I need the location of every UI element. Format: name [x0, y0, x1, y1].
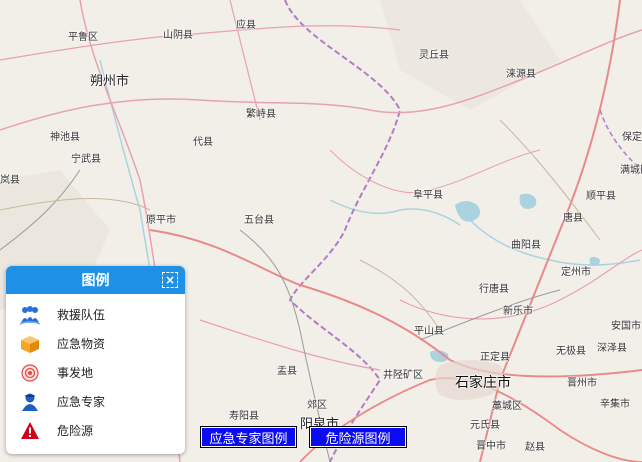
place-label: 原平市 — [146, 215, 176, 226]
place-label: 灵丘县 — [419, 50, 449, 61]
place-label: 藁城区 — [492, 401, 522, 412]
legend-item-incident-site: 事发地 — [6, 358, 185, 387]
incident-site-icon — [19, 362, 41, 384]
place-label: 朔州市 — [90, 74, 130, 89]
place-label: 新乐市 — [503, 306, 533, 317]
place-label: 顺平县 — [586, 191, 616, 202]
legend-panel: 图例 × 救援队伍 应急物资 事发地 应急专家 危险源 — [6, 266, 185, 454]
close-icon[interactable]: × — [162, 272, 178, 288]
place-label: 宁武县 — [71, 154, 101, 165]
place-label: 晋州市 — [567, 378, 597, 389]
place-label: 定州市 — [561, 267, 591, 278]
place-label: 晋中市 — [476, 441, 506, 452]
place-label: 郊区 — [307, 400, 327, 411]
place-label: 五台县 — [244, 215, 274, 226]
legend-list: 救援队伍 应急物资 事发地 应急专家 危险源 — [6, 294, 185, 445]
place-label: 阜平县 — [413, 190, 443, 201]
place-label: 辛集市 — [600, 399, 630, 410]
place-label: 行唐县 — [479, 284, 509, 295]
emergency-supplies-icon — [19, 333, 41, 355]
place-label: 赵县 — [525, 442, 545, 453]
place-label: 平鲁区 — [68, 32, 98, 43]
place-label: 深泽县 — [597, 343, 627, 354]
place-label: 唐县 — [563, 213, 583, 224]
legend-item-emergency-supplies: 应急物资 — [6, 329, 185, 358]
place-label: 繁峙县 — [246, 109, 276, 120]
legend-header: 图例 × — [6, 266, 185, 294]
hazard-legend-button[interactable]: 危险源图例 — [309, 426, 407, 448]
place-label: 曲阳县 — [511, 240, 541, 251]
place-label: 山阴县 — [163, 30, 193, 41]
emergency-expert-icon — [19, 391, 41, 413]
legend-item-label: 救援队伍 — [57, 308, 106, 322]
hazard-source-icon — [19, 420, 41, 442]
place-label: 应县 — [236, 20, 256, 31]
place-label: 安国市 — [611, 321, 641, 332]
legend-item-emergency-expert: 应急专家 — [6, 387, 185, 416]
place-label: 无极县 — [556, 346, 586, 357]
legend-item-hazard-source: 危险源 — [6, 416, 185, 445]
legend-item-label: 事发地 — [57, 366, 94, 380]
place-label: 正定县 — [480, 352, 510, 363]
place-label: 盂县 — [277, 366, 297, 377]
expert-legend-button[interactable]: 应急专家图例 — [200, 426, 297, 448]
place-label: 平山县 — [414, 326, 444, 337]
place-label: 代县 — [193, 137, 213, 148]
legend-title: 图例 — [81, 273, 110, 289]
place-label: 岚县 — [0, 175, 20, 186]
legend-item-label: 应急物资 — [57, 337, 106, 351]
place-label: 寿阳县 — [229, 411, 259, 422]
place-label: 神池县 — [50, 132, 80, 143]
place-label: 石家庄市 — [455, 375, 511, 391]
legend-item-rescue-team: 救援队伍 — [6, 300, 185, 329]
place-label: 满城区 — [620, 165, 642, 176]
place-label: 井陉矿区 — [383, 370, 423, 381]
legend-item-label: 危险源 — [57, 424, 94, 438]
place-label: 涞源县 — [506, 69, 536, 80]
place-label: 保定 — [622, 132, 642, 143]
rescue-team-icon — [19, 304, 41, 326]
place-label: 元氏县 — [470, 420, 500, 431]
legend-item-label: 应急专家 — [57, 395, 106, 409]
